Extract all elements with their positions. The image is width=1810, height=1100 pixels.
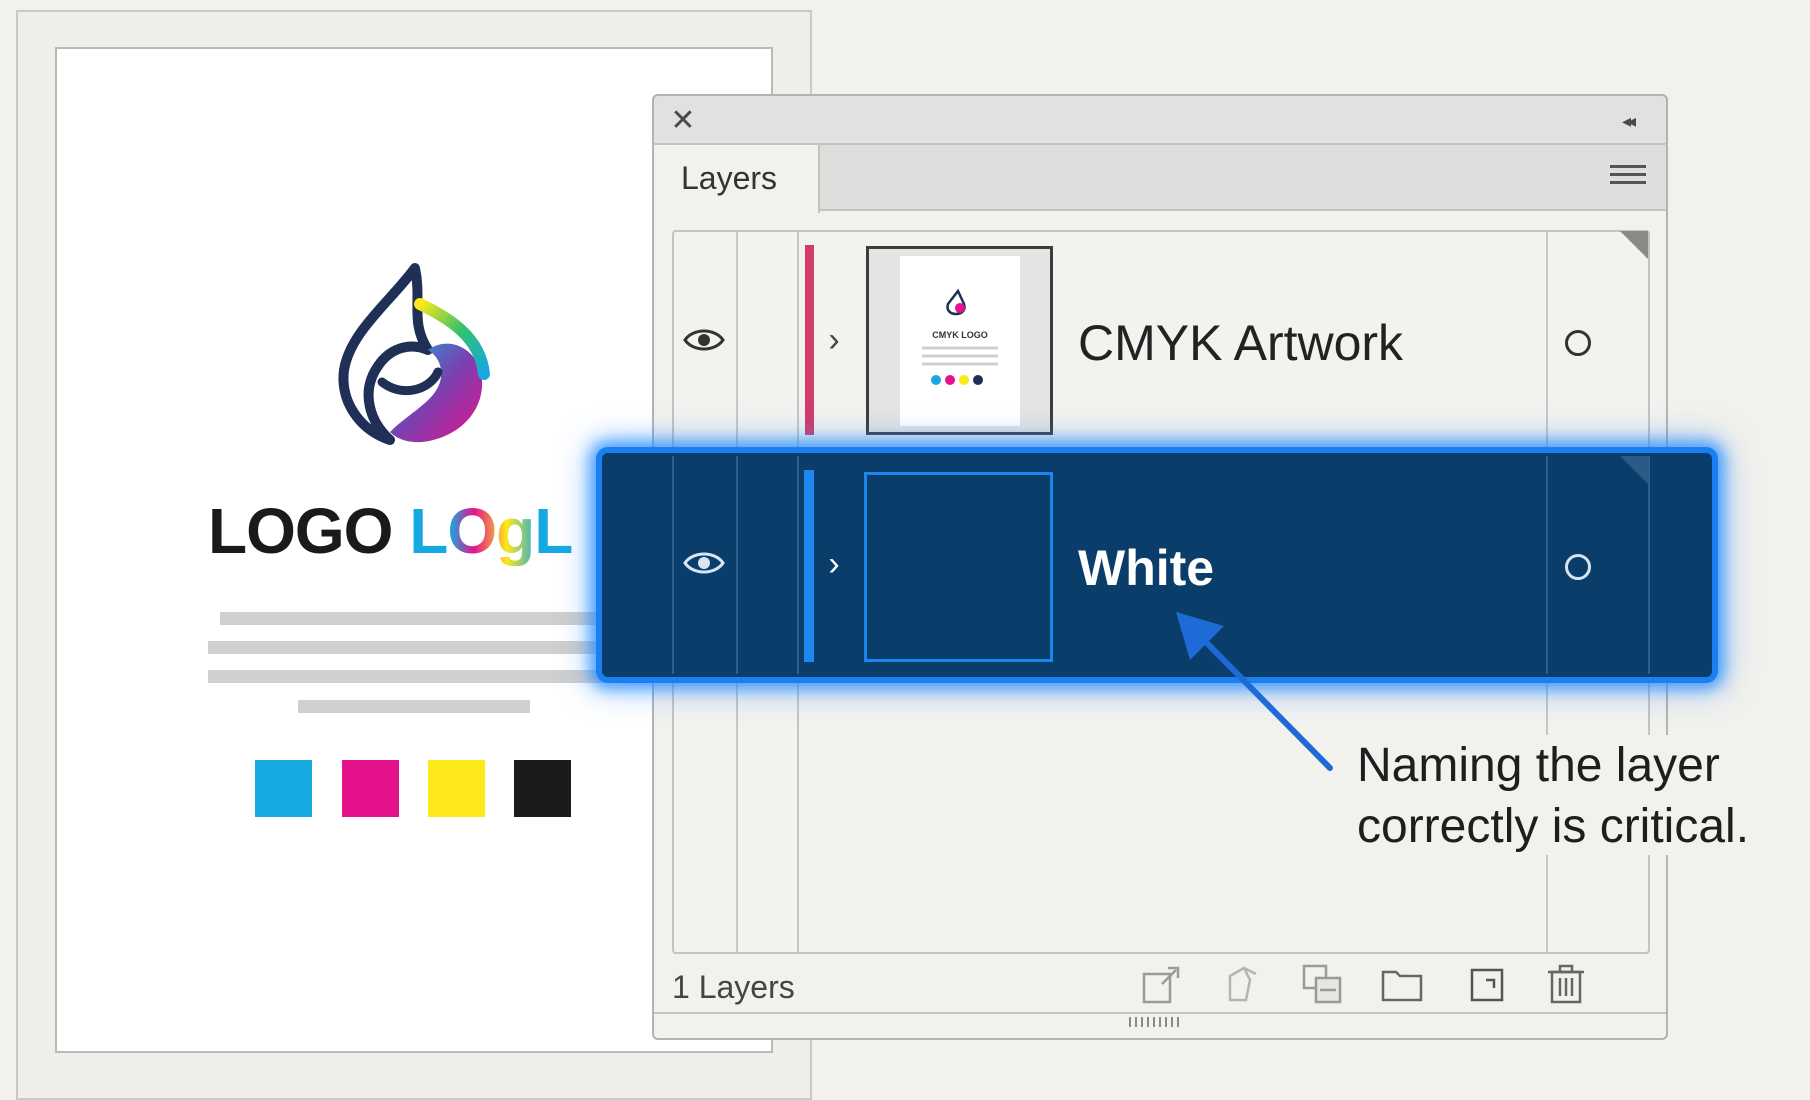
layer-count: 1 Layers	[672, 969, 795, 1005]
text-placeholder-line	[208, 641, 640, 654]
column-divider	[797, 456, 799, 674]
logo-mark-icon	[338, 263, 490, 445]
thumbnail-caption: CMYK LOGO	[932, 330, 988, 340]
logo-word-color: LOgL	[409, 496, 573, 566]
thumbnail-page: CMYK LOGO	[900, 256, 1020, 426]
text-placeholder-line	[298, 700, 530, 713]
folder-icon[interactable]	[1380, 962, 1424, 1006]
hamburger-menu-icon[interactable]	[1610, 160, 1646, 192]
text-placeholder-line	[208, 670, 640, 683]
clipping-mask-icon[interactable]	[1220, 962, 1264, 1006]
new-sublayer-icon[interactable]	[1300, 962, 1344, 1006]
layer-name[interactable]: CMYK Artwork	[1078, 310, 1458, 376]
trash-icon[interactable]	[1544, 962, 1588, 1006]
eye-icon[interactable]	[683, 548, 725, 578]
magenta-swatch	[342, 760, 399, 817]
chevron-right-icon[interactable]: ›	[820, 544, 848, 584]
new-layer-icon[interactable]	[1466, 962, 1510, 1006]
column-divider	[1546, 456, 1548, 674]
eye-icon[interactable]	[683, 325, 725, 355]
yellow-swatch	[428, 760, 485, 817]
annotation-callout: Naming the layer correctly is critical.	[1355, 735, 1810, 855]
layer-thumbnail-empty	[864, 472, 1053, 662]
target-circle-icon[interactable]	[1565, 330, 1591, 356]
column-divider	[672, 456, 674, 674]
column-divider	[1648, 456, 1650, 674]
double-chevron-left-icon[interactable]: ◂◂	[1612, 108, 1642, 134]
logo-wordmark: LOGO LOgL	[208, 496, 628, 566]
panel-title-bar[interactable]	[652, 94, 1668, 145]
corner-triangle-icon	[1620, 456, 1648, 484]
export-icon[interactable]	[1140, 962, 1184, 1006]
thumbnail-artwork-icon	[922, 288, 998, 385]
layer-color-bar	[804, 470, 814, 662]
corner-triangle-icon	[1620, 231, 1648, 259]
target-circle-icon[interactable]	[1565, 554, 1591, 580]
layer-color-bar	[805, 245, 814, 435]
chevron-right-icon[interactable]: ›	[820, 320, 848, 360]
close-icon[interactable]: ✕	[668, 104, 698, 138]
text-placeholder-line	[220, 612, 640, 625]
column-divider	[736, 456, 738, 674]
logo-word-black: LOGO	[208, 496, 393, 566]
callout-arrow-icon	[1176, 612, 1333, 771]
annotation-line-1: Naming the layer	[1357, 739, 1720, 792]
tab-layers[interactable]: Layers	[654, 145, 820, 213]
resize-grip-icon[interactable]	[1126, 1015, 1186, 1029]
cyan-swatch	[255, 760, 312, 817]
layer-name[interactable]: White	[1078, 535, 1458, 601]
annotation-line-2: correctly is critical.	[1357, 800, 1750, 853]
footer-divider	[654, 1012, 1666, 1014]
black-swatch	[514, 760, 571, 817]
